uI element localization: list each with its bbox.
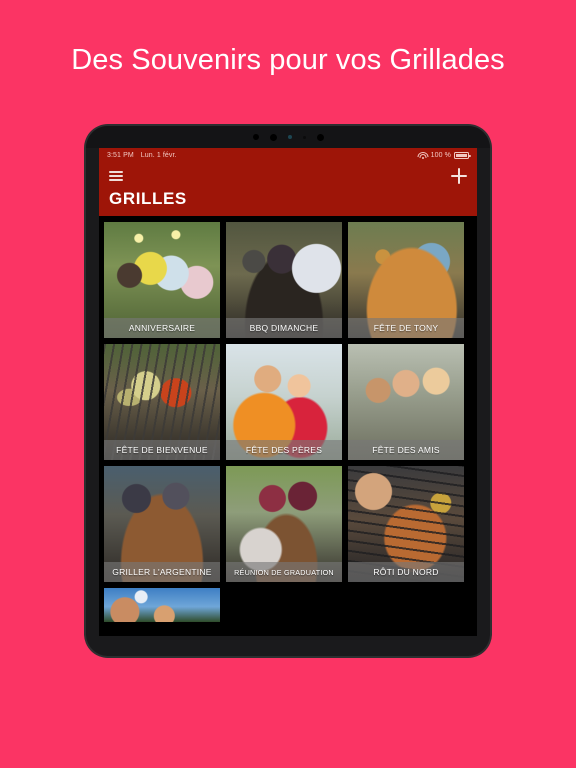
grille-card-label: FÊTE DE BIENVENUE — [104, 440, 220, 460]
grille-card[interactable]: FÊTE DE BIENVENUE — [104, 344, 220, 460]
grille-card-label: ANNIVERSAIRE — [104, 318, 220, 338]
wifi-icon — [417, 152, 429, 159]
grille-card[interactable]: ANNIVERSAIRE — [104, 222, 220, 338]
page-title: Des Souvenirs pour vos Grillades — [71, 44, 505, 76]
device-top-bezel — [86, 126, 490, 148]
grille-card-label: BBQ DIMANCHE — [226, 318, 342, 338]
grille-card[interactable]: RÔTI DU NORD — [348, 466, 464, 582]
status-date: Lun. 1 févr. — [140, 152, 177, 159]
grilles-grid: ANNIVERSAIRE BBQ DIMANCHE FÊTE DE TONY FÊTE… — [99, 216, 477, 622]
battery-percent-label: 100 % — [430, 152, 451, 159]
camera-lens-icon — [269, 133, 277, 141]
device-screen: 3:51 PM Lun. 1 févr. 100 % GRILLES ANNIV… — [99, 148, 477, 636]
status-bar: 3:51 PM Lun. 1 févr. 100 % — [99, 148, 477, 163]
grille-card-label: FÊTE DES PÈRES — [226, 440, 342, 460]
grille-card-partial[interactable] — [104, 588, 220, 622]
sensor-dot-icon — [252, 134, 259, 140]
grille-card-label: RÔTI DU NORD — [348, 562, 464, 582]
tablet-device: 3:51 PM Lun. 1 févr. 100 % GRILLES ANNIV… — [86, 126, 490, 656]
app-title: GRILLES — [109, 189, 187, 208]
grille-card[interactable]: RÉUNION DE GRADUATION — [226, 466, 342, 582]
grille-card[interactable]: BBQ DIMANCHE — [226, 222, 342, 338]
grille-card-label: FÊTE DE TONY — [348, 318, 464, 338]
grille-card-label: RÉUNION DE GRADUATION — [226, 562, 342, 582]
battery-full-icon — [454, 152, 471, 159]
hamburger-menu-icon[interactable] — [109, 170, 123, 182]
grille-card-label: FÊTE DES AMIS — [348, 440, 464, 460]
grille-card[interactable]: FÊTE DES PÈRES — [226, 344, 342, 460]
plus-icon[interactable] — [451, 168, 467, 184]
camera-lens-secondary-icon — [316, 133, 324, 141]
status-time: 3:51 PM — [107, 152, 134, 159]
ambient-sensor-icon — [287, 135, 292, 139]
grille-card[interactable]: GRILLER L'ARGENTINE — [104, 466, 220, 582]
microphone-dot-icon — [302, 135, 306, 139]
grille-card[interactable]: FÊTE DE TONY — [348, 222, 464, 338]
grille-card[interactable]: FÊTE DES AMIS — [348, 344, 464, 460]
grille-card-label: GRILLER L'ARGENTINE — [104, 562, 220, 582]
app-nav-bar: GRILLES — [99, 163, 477, 216]
grille-card-photo — [104, 588, 220, 622]
